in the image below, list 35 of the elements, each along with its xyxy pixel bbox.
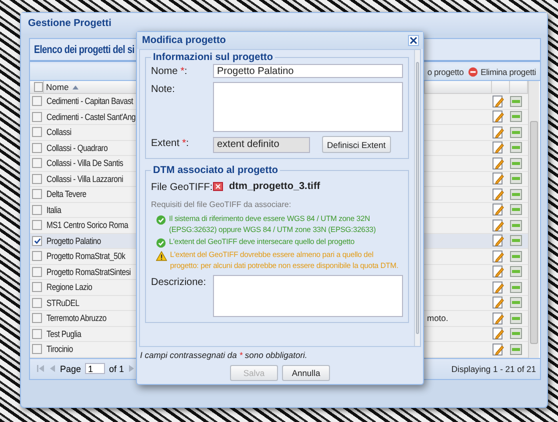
project-name: Delta Tevere: [46, 189, 86, 200]
project-name: MS1 Centro Sorico Roma: [46, 220, 128, 230]
project-name: Collassi: [46, 127, 72, 138]
display-info: Displaying 1 - 21 of 21: [451, 364, 536, 374]
field-label: Extent *:: [151, 137, 190, 149]
window-title: Gestione Progetti: [21, 13, 547, 34]
project-name: Terremoto Abruzzo: [46, 313, 106, 324]
page-count: of 1: [109, 364, 124, 374]
section-title: Informazioni sul progetto: [152, 52, 274, 63]
project-name: Cedimenti - Capitan Bavast: [46, 96, 134, 106]
project-name: Collassi - Quadraro: [46, 142, 108, 153]
file-name: dtm_progetto_3.tiff: [229, 181, 320, 192]
requirements-heading: Requisiti del file GeoTIFF da associare:: [151, 200, 292, 209]
extent-field: extent definito: [213, 136, 310, 152]
project-name: Progetto RomaStratSintesi: [46, 266, 131, 277]
project-name: Progetto RomaStrat_50k: [46, 251, 126, 262]
project-name: Regione Lazio: [46, 282, 92, 292]
panel-title: Elenco dei progetti del si: [34, 44, 134, 56]
section-title: DTM associato al progetto: [152, 165, 280, 176]
project-name: Progetto Palatino: [46, 236, 101, 246]
project-name: Collassi - Villa De Santis: [46, 158, 124, 168]
field-label: Nome *:: [151, 65, 188, 77]
field-label: File GeoTIFF:: [151, 181, 213, 193]
description-text: moto.: [426, 313, 448, 324]
project-name: STRuDEL: [46, 298, 80, 308]
required-fields-note: I campi contrassegnati da * sono obbligatori.: [139, 349, 308, 360]
project-name: Cedimenti - Castel Sant'Ang: [46, 112, 136, 122]
field-label: Descrizione:: [151, 276, 208, 288]
project-name: Tirocinio: [46, 344, 73, 354]
dialog-title: Modifica progetto: [142, 35, 226, 46]
field-label: Note:: [151, 83, 176, 95]
project-name: Collassi - Villa Lazzaroni: [46, 174, 124, 184]
project-name: Italia: [46, 204, 62, 215]
project-name: Test Puglia: [46, 328, 82, 339]
page-label: Page: [60, 364, 82, 374]
